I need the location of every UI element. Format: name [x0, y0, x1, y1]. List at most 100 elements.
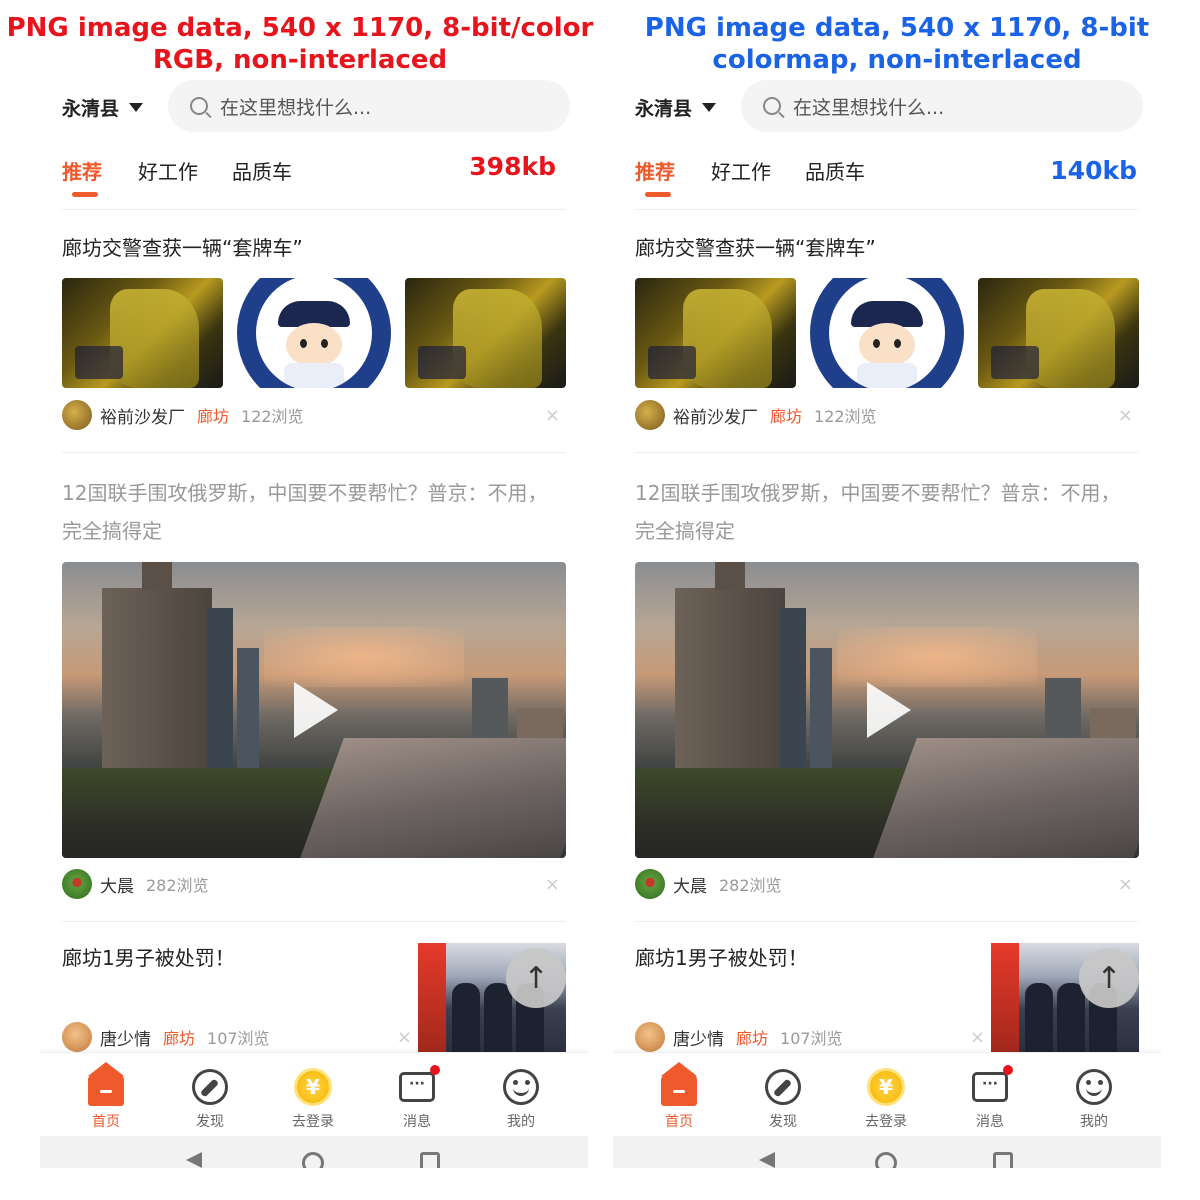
avatar — [62, 1022, 92, 1052]
divider — [62, 921, 566, 922]
city-label: 永清县 — [62, 98, 120, 120]
post-title-1[interactable]: 廊坊交警查获一辆“套牌车” — [635, 232, 876, 261]
message-dots: ··· — [409, 1076, 425, 1092]
back-to-top-button[interactable]: ↑ — [1079, 948, 1139, 1008]
back-icon[interactable] — [186, 1152, 202, 1168]
top-bar: 永清县 在这里想找什么... — [40, 80, 588, 132]
tab-quality-cars[interactable]: 品质车 — [232, 156, 292, 185]
nav-messages[interactable]: ··· 消息 — [377, 1065, 457, 1131]
home-circle-icon[interactable] — [875, 1152, 897, 1168]
play-icon[interactable] — [294, 682, 338, 738]
author-name[interactable]: 唐少情 — [673, 1025, 724, 1050]
author-name[interactable]: 裕前沙发厂 — [673, 403, 758, 428]
author-name[interactable]: 大晨 — [673, 872, 707, 897]
file-size-label: 140kb — [1050, 156, 1137, 185]
post-thumbnails-1[interactable] — [635, 278, 1139, 388]
nav-login[interactable]: ¥ 去登录 — [846, 1067, 926, 1131]
nav-messages[interactable]: ··· 消息 — [950, 1065, 1030, 1131]
chevron-down-icon — [702, 103, 717, 112]
video-thumbnail[interactable] — [635, 562, 1139, 858]
avatar — [62, 400, 92, 430]
tab-bar: 推荐 好工作 品质车 140kb — [635, 150, 1139, 210]
nav-mine[interactable]: 我的 — [481, 1067, 561, 1131]
car-photo-thumbnail — [62, 278, 224, 388]
nav-messages-label: 消息 — [976, 1114, 1004, 1130]
police-badge-thumbnail — [233, 278, 395, 388]
compass-icon — [765, 1069, 801, 1105]
chevron-down-icon — [129, 103, 144, 112]
city-label: 永清县 — [635, 98, 693, 120]
tab-good-jobs[interactable]: 好工作 — [138, 156, 198, 185]
author-name[interactable]: 唐少情 — [100, 1025, 151, 1050]
view-count: 107浏览 — [780, 1029, 843, 1048]
post-meta-1: 裕前沙发厂 廊坊 122浏览 × — [635, 398, 1139, 432]
back-to-top-button[interactable]: ↑ — [506, 948, 566, 1008]
city-selector[interactable]: 永清县 — [635, 94, 717, 121]
author-name[interactable]: 裕前沙发厂 — [100, 403, 185, 428]
close-icon[interactable]: × — [1118, 874, 1133, 895]
view-count: 122浏览 — [814, 407, 877, 426]
unread-dot — [1003, 1065, 1013, 1075]
nav-home[interactable]: 首页 — [66, 1062, 146, 1131]
tab-recommend[interactable]: 推荐 — [635, 156, 675, 197]
message-icon: ··· — [972, 1065, 1013, 1102]
author-name[interactable]: 大晨 — [100, 872, 134, 897]
bottom-nav: 首页 发现 ¥ 去登录 ··· 消息 我的 — [40, 1052, 588, 1138]
view-count: 122浏览 — [241, 407, 304, 426]
location-tag: 廊坊 — [197, 407, 230, 426]
tab-quality-cars[interactable]: 品质车 — [805, 156, 865, 185]
divider — [635, 921, 1139, 922]
back-icon[interactable] — [759, 1152, 775, 1168]
nav-discover[interactable]: 发现 — [743, 1067, 823, 1131]
nav-login-label: 去登录 — [865, 1114, 907, 1130]
divider — [635, 452, 1139, 453]
location-tag: 廊坊 — [163, 1029, 196, 1048]
post-meta-2: 大晨 282浏览 × — [635, 867, 1139, 901]
recent-apps-icon[interactable] — [420, 1152, 440, 1168]
home-circle-icon[interactable] — [302, 1152, 324, 1168]
right-caption: PNG image data, 540 x 1170, 8-bit colorm… — [644, 13, 1150, 75]
right-phone-screenshot: 永清县 在这里想找什么... 推荐 好工作 品质车 140kb 廊坊交警查获一辆… — [613, 78, 1161, 1168]
nav-discover[interactable]: 发现 — [170, 1067, 250, 1131]
city-selector[interactable]: 永清县 — [62, 94, 144, 121]
nav-discover-label: 发现 — [769, 1114, 797, 1130]
play-icon[interactable] — [867, 682, 911, 738]
car-photo-thumbnail — [977, 278, 1139, 388]
top-bar: 永清县 在这里想找什么... — [613, 80, 1161, 132]
coin-icon: ¥ — [294, 1068, 332, 1106]
nav-mine-label: 我的 — [1080, 1114, 1108, 1130]
nav-home[interactable]: 首页 — [639, 1062, 719, 1131]
tab-good-jobs[interactable]: 好工作 — [711, 156, 771, 185]
compass-icon — [192, 1069, 228, 1105]
close-icon[interactable]: × — [545, 405, 560, 426]
post-title-3[interactable]: 廊坊1男子被处罚！ — [62, 942, 235, 971]
close-icon[interactable]: × — [970, 1027, 985, 1048]
post-title-2[interactable]: 12国联手围攻俄罗斯，中国要不要帮忙？普京：不用，完全搞得定 — [62, 474, 566, 550]
search-input[interactable]: 在这里想找什么... — [168, 80, 570, 132]
post-meta-2: 大晨 282浏览 × — [62, 867, 566, 901]
search-placeholder: 在这里想找什么... — [220, 96, 372, 119]
post-thumbnails-1[interactable] — [62, 278, 566, 388]
police-badge-thumbnail — [806, 278, 968, 388]
search-input[interactable]: 在这里想找什么... — [741, 80, 1143, 132]
nav-home-label: 首页 — [92, 1114, 120, 1130]
nav-mine[interactable]: 我的 — [1054, 1067, 1134, 1131]
tab-bar: 推荐 好工作 品质车 398kb — [62, 150, 566, 210]
view-count: 282浏览 — [719, 876, 782, 895]
video-thumbnail[interactable] — [62, 562, 566, 858]
nav-login[interactable]: ¥ 去登录 — [273, 1067, 353, 1131]
coin-icon: ¥ — [867, 1068, 905, 1106]
tab-recommend[interactable]: 推荐 — [62, 156, 102, 197]
home-icon — [661, 1062, 697, 1106]
bottom-nav: 首页 发现 ¥ 去登录 ··· 消息 我的 — [613, 1052, 1161, 1138]
nav-mine-label: 我的 — [507, 1114, 535, 1130]
home-icon — [88, 1062, 124, 1106]
post-title-1[interactable]: 廊坊交警查获一辆“套牌车” — [62, 232, 303, 261]
close-icon[interactable]: × — [397, 1027, 412, 1048]
recent-apps-icon[interactable] — [993, 1152, 1013, 1168]
post-title-2[interactable]: 12国联手围攻俄罗斯，中国要不要帮忙？普京：不用，完全搞得定 — [635, 474, 1139, 550]
left-caption: PNG image data, 540 x 1170, 8-bit/color … — [6, 13, 594, 75]
close-icon[interactable]: × — [1118, 405, 1133, 426]
post-title-3[interactable]: 廊坊1男子被处罚！ — [635, 942, 808, 971]
close-icon[interactable]: × — [545, 874, 560, 895]
